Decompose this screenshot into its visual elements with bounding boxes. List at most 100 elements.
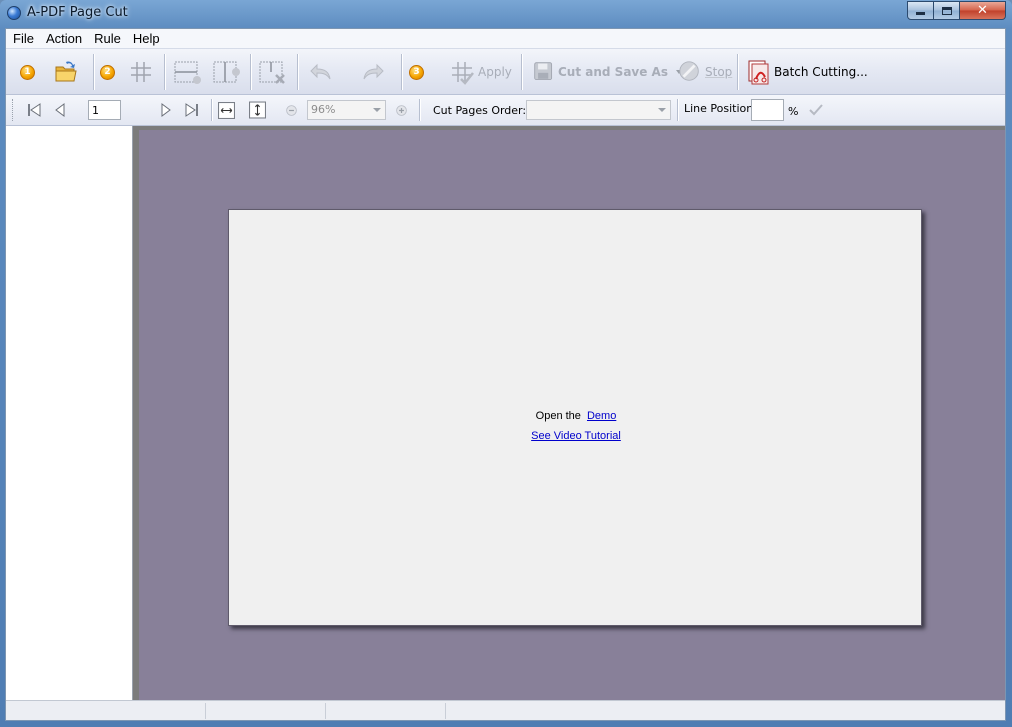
maximize-button[interactable] [934,1,960,20]
first-page-icon [28,103,41,117]
first-page-button[interactable] [26,95,42,125]
page-number-field[interactable] [88,95,121,125]
vertical-split-icon [213,61,240,83]
order-dropdown-icon [658,108,666,112]
status-panel [206,703,326,719]
nav-separator [419,95,421,125]
line-position-label: Line Position: [684,93,757,123]
window-title: A-PDF Page Cut [27,5,128,20]
minimize-button[interactable] [907,1,934,20]
navigation-toolbar: 96% Cut Pages Order: [6,95,1005,126]
open-file-button[interactable] [53,49,79,95]
cut-pages-order-select[interactable] [526,100,671,120]
toolbar-separator [737,54,739,90]
previous-page-button[interactable] [52,95,68,125]
last-page-button[interactable] [184,95,200,125]
thumbnail-panel[interactable] [6,126,133,700]
apply-grid-icon [452,62,474,85]
stop-label: Stop [705,65,733,79]
menu-action[interactable]: Action [40,29,88,48]
zoom-in-button[interactable] [395,95,408,125]
zoom-in-icon [396,104,407,116]
zoom-out-icon [286,104,297,116]
cut-and-save-as-label: Cut and Save As [558,65,668,79]
stop-button[interactable]: Stop [678,49,732,95]
toolbar-separator [93,54,95,90]
batch-pdf-scissors-icon [748,60,769,85]
grid-icon [131,62,151,82]
delete-line-button[interactable] [258,49,288,95]
video-tutorial-link[interactable]: See Video Tutorial [531,430,621,442]
fit-height-button[interactable] [249,95,266,125]
previous-page-icon [55,103,65,117]
grid-rule-button[interactable] [128,49,154,95]
demo-link[interactable]: Demo [587,410,616,422]
grip-handle [12,95,14,125]
zoom-out-button[interactable] [285,95,298,125]
menu-help[interactable]: Help [127,29,166,48]
cut-and-save-as-button[interactable]: Cut and Save As [533,49,682,95]
status-panel [6,703,206,719]
save-disk-icon [534,62,553,81]
step-three-icon: 3 [409,64,424,80]
document-viewer[interactable]: Open the Demo See Video Tutorial [133,126,1005,700]
close-button[interactable]: ✕ [960,1,1006,20]
step-1-badge: 1 [20,49,35,95]
menu-rule[interactable]: Rule [88,29,127,48]
page-canvas[interactable]: Open the Demo See Video Tutorial [228,209,922,626]
vertical-cut-button[interactable] [212,49,242,95]
zoom-combo[interactable]: 96% [307,95,386,125]
close-icon: ✕ [977,3,988,18]
apply-button[interactable]: Apply [449,49,512,95]
minimize-icon [916,12,925,15]
horizontal-cut-button[interactable] [173,49,203,95]
step-two-icon: 2 [100,64,115,80]
undo-button[interactable] [308,49,334,95]
nav-separator [677,95,679,125]
toolbar-separator [250,54,252,90]
line-position-field[interactable] [751,95,784,125]
batch-cutting-button[interactable]: Batch Cutting... [745,49,868,95]
next-page-button[interactable] [158,95,174,125]
toolbar-separator [521,54,523,90]
app-window: A-PDF Page Cut ✕ File Action Rule Help 1 [0,0,1012,727]
nav-separator [211,95,213,125]
zoom-dropdown-icon [373,108,381,112]
zoom-select[interactable]: 96% [307,100,386,120]
cut-pages-order-label: Cut Pages Order: [433,95,526,125]
video-tutorial-line: See Video Tutorial [229,430,923,442]
maximize-icon [941,6,952,15]
percent-unit: % [788,96,798,126]
delete-split-icon [259,61,285,84]
fit-width-icon [218,101,235,119]
menu-bar: File Action Rule Help [6,29,1005,48]
open-demo-line: Open the Demo [229,410,923,422]
line-position-text: Line Position: [684,101,757,115]
apply-label: Apply [478,65,512,79]
zoom-value: 96% [311,103,336,116]
status-bar [6,700,1005,720]
line-position-input[interactable] [751,99,784,121]
redo-button[interactable] [360,49,386,95]
horizontal-split-icon [174,61,201,84]
fit-width-button[interactable] [218,95,235,125]
cut-pages-order-text: Cut Pages Order: [433,103,527,117]
main-toolbar: 1 2 3 Apply Cut and Save As Stop Batch C… [6,48,1005,95]
title-bar[interactable]: A-PDF Page Cut ✕ [0,0,1012,28]
undo-icon [310,63,331,80]
batch-cutting-label: Batch Cutting... [774,65,868,79]
percent-sign: % [788,104,799,118]
toolbar-separator [297,54,299,90]
page-number-input[interactable] [88,100,121,120]
line-position-apply-button[interactable] [808,95,824,125]
checkmark-icon [809,104,823,116]
step-one-icon: 1 [20,64,35,80]
step-3-badge: 3 [409,49,424,95]
cut-pages-order-combo[interactable] [526,95,671,125]
app-globe-icon [7,6,21,20]
toolbar-separator [401,54,403,90]
open-the-text: Open the [535,410,581,422]
client-area: File Action Rule Help 1 2 3 Apply Cut an… [5,28,1006,721]
menu-file[interactable]: File [6,29,40,48]
status-panel [326,703,446,719]
